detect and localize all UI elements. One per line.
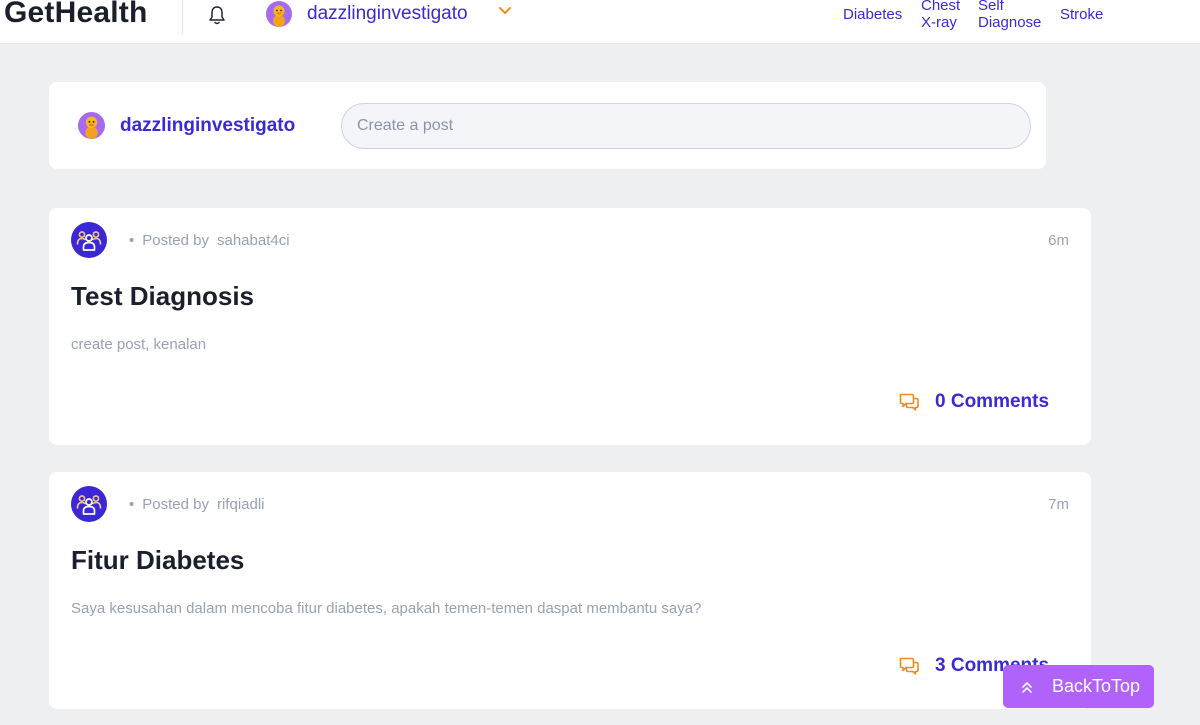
comments-count: 0 Comments (935, 391, 1050, 412)
post-body: Saya kesusahan dalam mencoba fitur diabe… (71, 600, 702, 617)
user-avatar[interactable] (266, 1, 292, 27)
post-card: • Posted by sahabat4ci 6m Test Diagnosis c… (49, 208, 1091, 445)
posted-by-label: Posted by (142, 232, 209, 249)
post-title[interactable]: Fitur Diabetes (71, 545, 244, 576)
nav-link-chest-xray[interactable]: Chest X-ray (921, 0, 960, 31)
post-meta: • Posted by sahabat4ci (129, 232, 290, 249)
post-body: create post, kenalan (71, 336, 207, 353)
comments-link[interactable]: 0 Comments (898, 391, 1049, 413)
double-chevron-up-icon (1022, 681, 1032, 693)
back-to-top-label: BackToTop (1052, 676, 1141, 696)
header-username[interactable]: dazzlinginvestigato (307, 3, 468, 25)
nav-link-stroke[interactable]: Stroke (1060, 6, 1103, 23)
nav-link-label: Self (978, 0, 1004, 14)
nav-link-label: Chest (921, 0, 961, 14)
comments-icon (899, 657, 919, 675)
group-icon[interactable] (71, 222, 107, 258)
create-post-input[interactable] (341, 103, 1031, 149)
group-icon[interactable] (71, 486, 107, 522)
post-time: 7m (1048, 496, 1069, 513)
top-navbar: GetHealth dazzlinginvestigato Diabetes C… (0, 0, 1200, 44)
meta-dot: • (129, 496, 135, 513)
create-post-username[interactable]: dazzlinginvestigato (120, 115, 295, 137)
nav-link-self-diagnose[interactable]: Self Diagnose (978, 0, 1041, 31)
post-title[interactable]: Test Diagnosis (71, 281, 254, 312)
post-author[interactable]: sahabat4ci (217, 232, 290, 249)
user-avatar[interactable] (78, 112, 105, 139)
nav-link-label: Diabetes (843, 6, 903, 23)
create-post-card: dazzlinginvestigato (49, 82, 1046, 169)
post-author[interactable]: rifqiadli (217, 496, 265, 513)
bell-icon[interactable] (207, 4, 227, 26)
nav-link-label: Diagnose (978, 14, 1042, 31)
post-time: 6m (1048, 232, 1069, 249)
nav-link-diabetes[interactable]: Diabetes (843, 6, 902, 23)
app-logo[interactable]: GetHealth (4, 0, 148, 30)
header-divider (182, 0, 183, 34)
post-card: • Posted by rifqiadli 7m Fitur Diabetes Sa… (49, 472, 1091, 709)
chevron-down-icon[interactable] (497, 4, 513, 18)
nav-link-label: X-ray (921, 14, 957, 31)
post-meta: • Posted by rifqiadli (129, 496, 265, 513)
back-to-top-button[interactable]: BackToTop (1003, 665, 1154, 708)
posted-by-label: Posted by (142, 496, 209, 513)
meta-dot: • (129, 232, 135, 249)
comments-icon (899, 393, 919, 411)
nav-link-label: Stroke (1060, 6, 1104, 23)
